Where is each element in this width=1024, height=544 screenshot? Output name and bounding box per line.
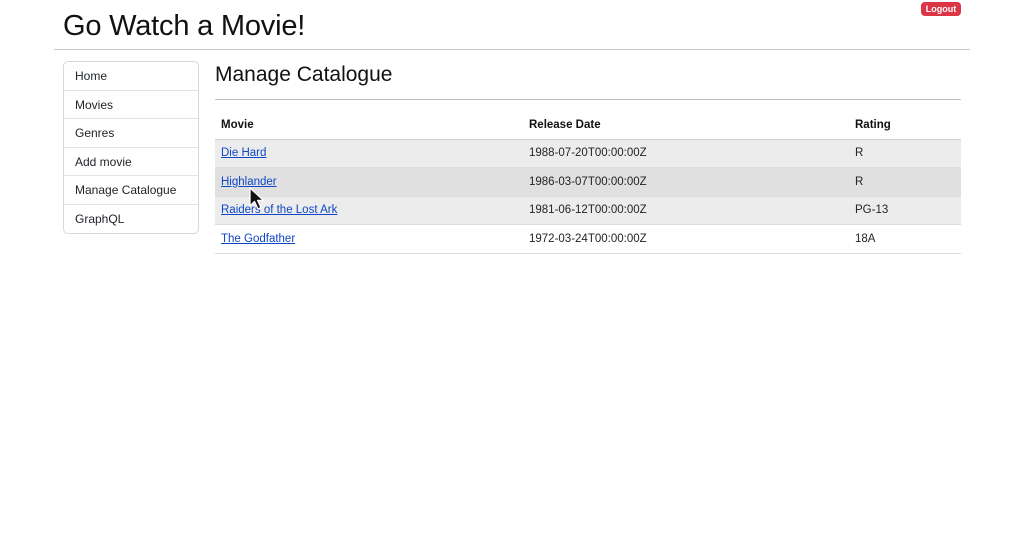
- column-header-rating: Rating: [849, 111, 961, 140]
- app-title: Go Watch a Movie!: [63, 10, 306, 42]
- table-row: The Godfather 1972-03-24T00:00:00Z 18A: [215, 224, 961, 254]
- table-row: Die Hard 1988-07-20T00:00:00Z R: [215, 139, 961, 168]
- column-header-release-date: Release Date: [523, 111, 849, 140]
- movie-link[interactable]: The Godfather: [221, 233, 295, 245]
- movie-link[interactable]: Highlander: [221, 176, 277, 188]
- sidebar-item-genres[interactable]: Genres: [64, 119, 198, 148]
- table-header-row: Movie Release Date Rating: [215, 111, 961, 140]
- cell-release-date: 1986-03-07T00:00:00Z: [523, 167, 849, 197]
- header-divider: [54, 49, 970, 50]
- cell-rating: R: [849, 167, 961, 197]
- cell-rating: 18A: [849, 224, 961, 254]
- movies-table: Movie Release Date Rating Die Hard 1988-…: [215, 111, 961, 254]
- sidebar-item-manage-catalogue[interactable]: Manage Catalogue: [64, 176, 198, 205]
- cell-movie: Raiders of the Lost Ark: [215, 196, 523, 225]
- cell-rating: PG-13: [849, 196, 961, 225]
- cell-release-date: 1972-03-24T00:00:00Z: [523, 224, 849, 254]
- cell-release-date: 1981-06-12T00:00:00Z: [523, 196, 849, 225]
- sidebar-item-add-movie[interactable]: Add movie: [64, 148, 198, 176]
- cell-movie: Die Hard: [215, 139, 523, 168]
- movie-link[interactable]: Raiders of the Lost Ark: [221, 204, 337, 216]
- sidebar-item-home[interactable]: Home: [64, 62, 198, 91]
- sidebar-item-movies[interactable]: Movies: [64, 91, 198, 119]
- table-row: Raiders of the Lost Ark 1981-06-12T00:00…: [215, 196, 961, 225]
- movie-link[interactable]: Die Hard: [221, 147, 266, 159]
- cell-release-date: 1988-07-20T00:00:00Z: [523, 139, 849, 168]
- column-header-movie: Movie: [215, 111, 523, 140]
- sidebar-nav: Home Movies Genres Add movie Manage Cata…: [63, 61, 199, 234]
- logout-button[interactable]: Logout: [921, 2, 961, 16]
- cell-rating: R: [849, 139, 961, 168]
- cell-movie: The Godfather: [215, 224, 523, 254]
- title-divider: [215, 99, 961, 100]
- page-title: Manage Catalogue: [215, 63, 393, 86]
- cell-movie: Highlander: [215, 167, 523, 197]
- table-row: Highlander 1986-03-07T00:00:00Z R: [215, 167, 961, 197]
- sidebar-item-graphql[interactable]: GraphQL: [64, 205, 198, 234]
